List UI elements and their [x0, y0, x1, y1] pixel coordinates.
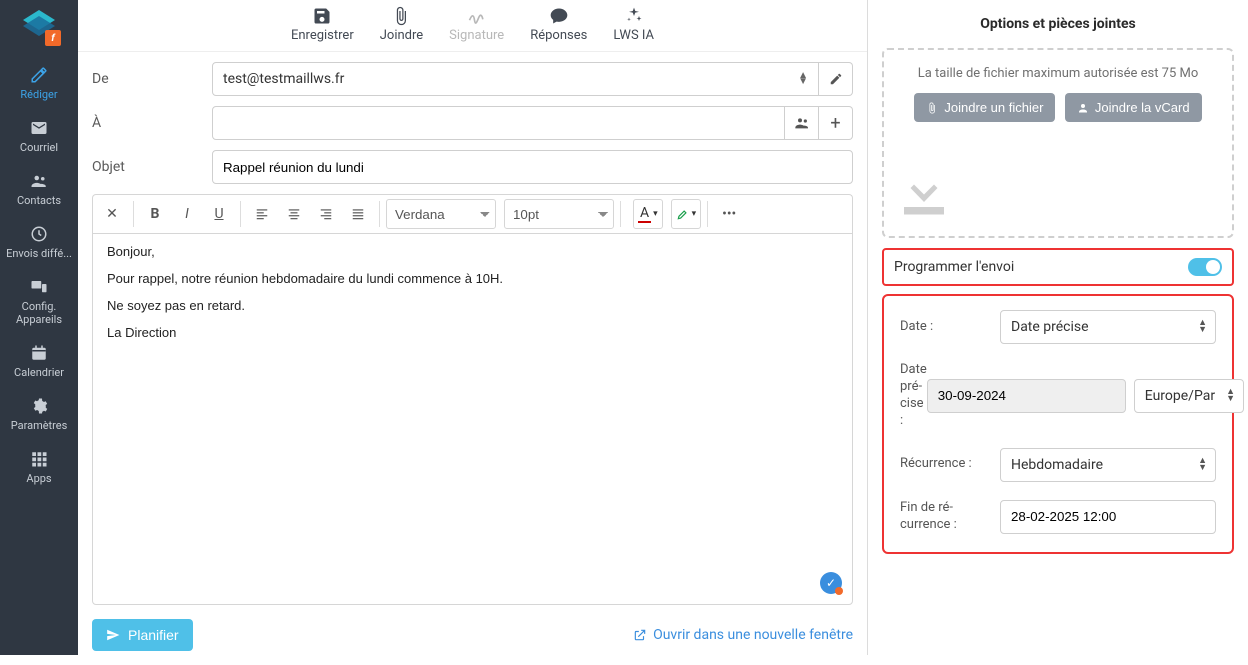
more-button[interactable]: •••: [714, 199, 744, 229]
align-center-button[interactable]: [279, 199, 309, 229]
precise-date-input[interactable]: [927, 379, 1126, 413]
download-icon: [894, 162, 1222, 222]
toolbar-ia[interactable]: LWS IA: [613, 6, 654, 43]
timezone-select[interactable]: Europe/Par ▲▼: [1134, 379, 1244, 413]
precise-date-label: Date pré-cise :: [900, 362, 927, 430]
underline-button[interactable]: U: [204, 199, 234, 229]
schedule-button[interactable]: Planifier: [92, 619, 193, 651]
align-left-button[interactable]: [247, 199, 277, 229]
sidebar-label: Rédiger: [20, 88, 57, 101]
schedule-settings: Date : Date précise ▲▼ Date pré-cise : E…: [882, 294, 1234, 554]
toolbar-attach[interactable]: Joindre: [380, 6, 423, 43]
editor-check-icon[interactable]: ✓: [820, 572, 842, 594]
sidebar-item-mail[interactable]: Courriel: [0, 111, 78, 164]
editor-body[interactable]: Bonjour, Pour rappel, notre réunion hebd…: [92, 233, 853, 605]
attach-vcard-button[interactable]: Joindre la vCard: [1065, 93, 1202, 122]
align-justify-button[interactable]: [343, 199, 373, 229]
maxsize-text: La taille de fichier maximum autorisée e…: [894, 66, 1222, 81]
bold-button[interactable]: B: [140, 199, 170, 229]
schedule-toggle-row: Programmer l'envoi: [882, 248, 1234, 286]
compose-toolbar: Enregistrer Joindre Signature Réponses L…: [78, 0, 867, 52]
editor-close-button[interactable]: ✕: [97, 199, 127, 229]
toolbar-responses[interactable]: Réponses: [530, 6, 587, 43]
from-edit-button[interactable]: [819, 62, 853, 96]
schedule-label: Programmer l'envoi: [894, 259, 1014, 275]
italic-button[interactable]: I: [172, 199, 202, 229]
app-logo[interactable]: f: [13, 6, 65, 46]
font-select[interactable]: Verdana: [386, 199, 496, 229]
sidebar-label: Paramètres: [11, 419, 68, 432]
subject-label: Objet: [92, 159, 212, 175]
to-input[interactable]: [212, 106, 785, 140]
sidebar-label: Calendrier: [14, 366, 64, 379]
text-color-button[interactable]: A▾: [633, 199, 663, 229]
subject-input[interactable]: [212, 150, 853, 184]
from-select[interactable]: test@testmaillws.fr ▲▼: [212, 62, 819, 96]
attachment-dropzone[interactable]: La taille de fichier maximum autorisée e…: [882, 48, 1234, 238]
recurrence-label: Récurrence :: [900, 456, 1000, 473]
sidebar-label: Apps: [26, 472, 51, 485]
sidebar-label: Envois diffé...: [6, 247, 72, 260]
open-new-window-link[interactable]: Ouvrir dans une nouvelle fenêtre: [633, 627, 853, 643]
sidebar: f Rédiger Courriel Contacts Envois diffé…: [0, 0, 78, 655]
sidebar-label: Contacts: [17, 194, 61, 207]
recurrence-select[interactable]: Hebdomadaire ▲▼: [1000, 448, 1216, 482]
fontsize-select[interactable]: 10pt: [504, 199, 614, 229]
sidebar-item-apps[interactable]: Apps: [0, 442, 78, 495]
to-contacts-button[interactable]: [785, 106, 819, 140]
sidebar-item-settings[interactable]: Paramètres: [0, 389, 78, 442]
toolbar-signature: Signature: [449, 6, 504, 43]
sidebar-item-calendar[interactable]: Calendrier: [0, 336, 78, 389]
date-type-label: Date :: [900, 319, 1000, 336]
options-title: Options et pièces jointes: [882, 0, 1234, 48]
to-add-button[interactable]: +: [819, 106, 853, 140]
sidebar-item-contacts[interactable]: Contacts: [0, 164, 78, 217]
toolbar-save[interactable]: Enregistrer: [291, 6, 354, 43]
sidebar-item-delayed[interactable]: Envois diffé...: [0, 217, 78, 270]
highlight-color-button[interactable]: ▾: [671, 199, 702, 229]
sidebar-label: Config. Appareils: [16, 300, 62, 326]
end-recurrence-label: Fin de ré-currence :: [900, 500, 1000, 534]
date-type-select[interactable]: Date précise ▲▼: [1000, 310, 1216, 344]
end-recurrence-input[interactable]: [1000, 500, 1216, 534]
sidebar-item-devices[interactable]: Config. Appareils: [0, 270, 78, 336]
align-right-button[interactable]: [311, 199, 341, 229]
editor-toolbar: ✕ B I U Verdana 10pt A▾ ▾: [92, 194, 853, 233]
to-label: À: [92, 115, 212, 131]
schedule-toggle[interactable]: [1188, 258, 1222, 276]
attach-file-button[interactable]: Joindre un fichier: [914, 93, 1055, 122]
from-label: De: [92, 71, 212, 87]
sidebar-label: Courriel: [20, 141, 58, 154]
sidebar-item-compose[interactable]: Rédiger: [0, 58, 78, 111]
